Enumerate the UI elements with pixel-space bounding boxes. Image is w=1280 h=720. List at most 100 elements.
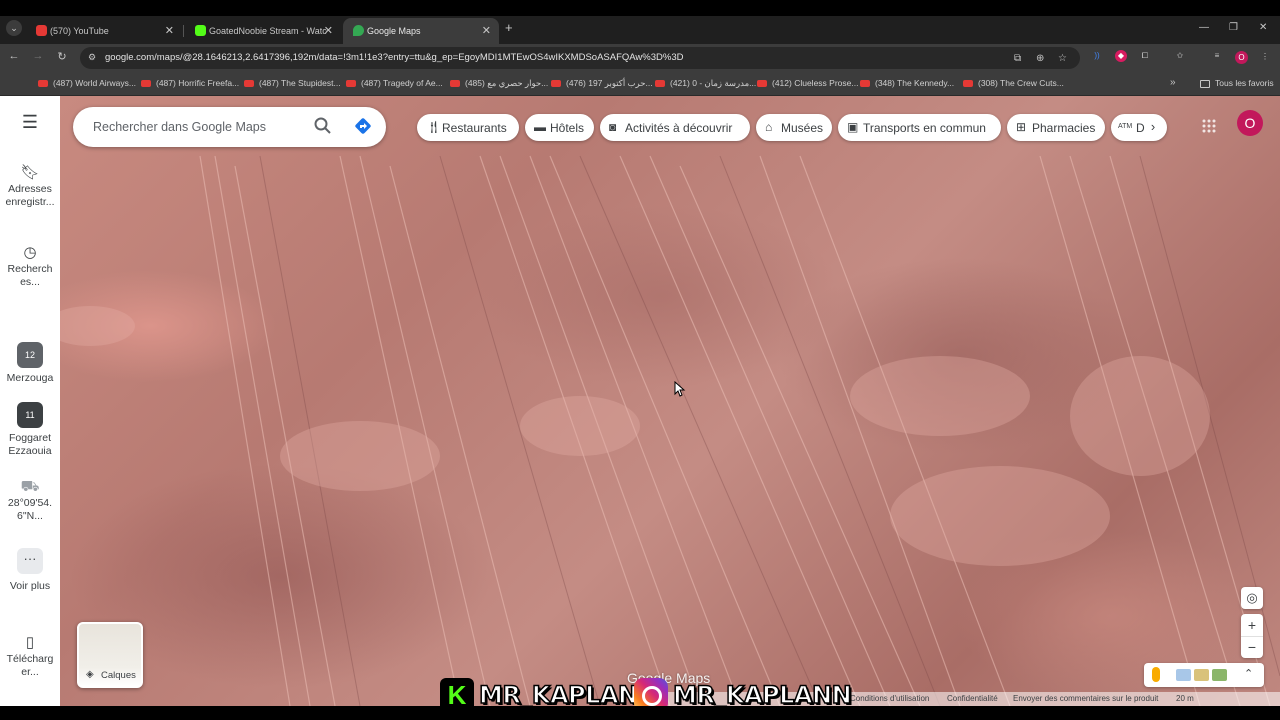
bookmark-item[interactable]: (487) The Stupidest... (244, 78, 341, 88)
bookmark-item[interactable]: (485) حوار حصري مع... (450, 78, 548, 89)
browser-profile-avatar[interactable]: O (1235, 51, 1248, 64)
recent-place-coordinates[interactable]: ⛟ 28°09'54. 6"N... (0, 478, 60, 523)
browser-menu-icon[interactable]: ⋮ (1259, 51, 1271, 63)
bookmark-item[interactable]: (487) Horrific Freefa... (141, 78, 239, 88)
museum-icon: ⌂ (765, 120, 773, 134)
directions-icon[interactable] (354, 117, 372, 135)
download-app-button[interactable]: ▯ Télécharg er... (0, 634, 60, 679)
zoom-in-button[interactable]: + (1241, 614, 1263, 636)
bookmark-item[interactable]: (348) The Kennedy... (860, 78, 954, 88)
forward-icon[interactable]: → (30, 50, 46, 62)
layers-label: Calques (101, 670, 136, 681)
bookmark-item[interactable]: (487) World Airways... (38, 78, 136, 88)
saved-places-button[interactable]: 🔖︎ Adresses enregistr... (0, 165, 60, 209)
chevron-right-icon[interactable]: › (1143, 117, 1163, 137)
maps-pin-icon (353, 25, 364, 36)
recent-place-thumb: 11 (17, 402, 43, 428)
pegman-icon[interactable] (1152, 667, 1160, 682)
menu-button[interactable]: ☰ (0, 112, 60, 133)
scale-label[interactable]: 20 m (1176, 694, 1194, 703)
bookmark-star-icon[interactable]: ☆ (1058, 53, 1067, 64)
recent-place-label: Foggaret Ezzaouia (8, 432, 52, 457)
youtube-icon (244, 80, 254, 88)
recent-place-foggaret[interactable]: 11 Foggaret Ezzaouia (0, 402, 60, 458)
tab-kick-stream[interactable]: GoatedNoobie Stream - Watch ✕ (185, 18, 341, 44)
minimize-icon[interactable]: — (1199, 22, 1209, 33)
see-more-label: Voir plus (9, 580, 51, 592)
site-info-icon[interactable]: ⚙ (88, 52, 99, 63)
zoom-icon[interactable]: ⊕ (1036, 53, 1044, 64)
bookmarks-overflow-icon[interactable]: » (1170, 77, 1176, 88)
camera-icon: ◙ (609, 120, 617, 134)
imagery-thumb[interactable] (1194, 669, 1209, 681)
browser-toolbar: ← → ↻ ⚙ google.com/maps/@28.1646213,2.64… (0, 44, 1280, 72)
history-icon: ◷ (23, 244, 37, 261)
close-tab-icon[interactable]: ✕ (165, 24, 174, 37)
close-tab-icon[interactable]: ✕ (324, 24, 333, 37)
recent-place-merzouga[interactable]: 12 Merzouga (0, 342, 60, 385)
satellite-map[interactable] (60, 96, 1280, 706)
my-location-icon[interactable]: ◎ (1241, 587, 1263, 609)
chevron-up-icon[interactable]: ⌃ (1244, 667, 1253, 680)
favorites-icon[interactable]: ✩ (1174, 50, 1186, 62)
chip-hotels[interactable]: ▬ Hôtels (525, 114, 594, 141)
youtube-icon (757, 80, 767, 88)
chip-museums[interactable]: ⌂ Musées (756, 114, 832, 141)
imagery-thumb[interactable] (1212, 669, 1227, 681)
tab-youtube[interactable]: (570) YouTube ✕ (26, 18, 182, 44)
extensions-puzzle-icon[interactable]: ⧠ (1139, 50, 1151, 62)
feedback-link[interactable]: Envoyer des commentaires sur le produit (1013, 694, 1158, 703)
reload-icon[interactable]: ↻ (54, 50, 70, 63)
chip-activities[interactable]: ◙ Activités à découvrir (600, 114, 750, 141)
bookmark-item[interactable]: (421) مدرسة زمان - 0... (655, 78, 756, 89)
all-bookmarks-folder[interactable]: Tous les favoris (1200, 78, 1274, 88)
youtube-icon (963, 80, 973, 88)
bookmark-item[interactable]: (476) حرب أكتوبر 197... (551, 78, 653, 89)
recent-searches-label: Recherch es... (7, 263, 53, 288)
search-input[interactable]: Rechercher dans Google Maps (93, 120, 266, 134)
youtube-icon (655, 80, 665, 88)
bookmarks-bar: (487) World Airways... (487) Horrific Fr… (0, 72, 1280, 96)
new-tab-button[interactable]: + (505, 20, 513, 35)
search-icon[interactable] (313, 116, 333, 136)
tab-search-button[interactable]: ⌄ (6, 20, 22, 36)
see-more-button[interactable]: ··· Voir plus (0, 548, 60, 593)
imagery-thumb[interactable] (1176, 669, 1191, 681)
privacy-link[interactable]: Confidentialité (947, 694, 998, 703)
download-app-label: Télécharg er... (6, 653, 54, 678)
chip-transit[interactable]: ▣ Transports en commun (838, 114, 1001, 141)
desert-tracks-layer (60, 155, 1280, 706)
layers-button[interactable]: ◈ Calques (77, 622, 143, 688)
bookmark-item[interactable]: (412) Clueless Prose... (757, 78, 858, 88)
youtube-icon (450, 80, 460, 88)
address-bar[interactable]: ⚙ google.com/maps/@28.1646213,2.6417396,… (80, 47, 1080, 69)
chip-pharmacies[interactable]: ⊞ Pharmacies (1007, 114, 1105, 141)
bookmark-item[interactable]: (308) The Crew Cuts... (963, 78, 1064, 88)
close-window-icon[interactable]: ✕ (1259, 22, 1267, 33)
chip-restaurants[interactable]: 🍴︎ Restaurants (417, 114, 519, 141)
extension-shield-icon[interactable]: ◆ (1115, 50, 1127, 62)
back-icon[interactable]: ← (6, 50, 22, 62)
bookmark-item[interactable]: (487) Tragedy of Ae... (346, 78, 443, 88)
browser-tab-strip: ⌄ (570) YouTube ✕ GoatedNoobie Stream - … (0, 16, 1280, 44)
phone-icon: ▯ (25, 634, 35, 651)
letterbox-top (0, 0, 1280, 16)
close-tab-icon[interactable]: ✕ (482, 24, 491, 37)
google-apps-icon[interactable] (1201, 118, 1217, 134)
tab-title: (570) YouTube (50, 26, 109, 36)
terms-link[interactable]: Conditions d'utilisation (850, 694, 929, 703)
account-avatar[interactable]: O (1237, 110, 1263, 136)
zoom-out-button[interactable]: − (1241, 636, 1263, 658)
kick-handle: MR_KAPLANN (478, 680, 658, 710)
mouse-cursor-icon (674, 381, 686, 397)
restore-icon[interactable]: ❐ (1229, 22, 1238, 33)
pin-icon: ⛟ (20, 478, 40, 495)
hamburger-menu-icon: ☰ (21, 112, 39, 132)
install-app-icon[interactable]: ⧉ (1014, 53, 1021, 64)
extension-audio-icon[interactable]: )) (1091, 50, 1103, 62)
media-icon[interactable]: ≡ (1211, 50, 1223, 62)
tab-google-maps[interactable]: Google Maps ✕ (343, 18, 499, 44)
youtube-icon (346, 80, 356, 88)
search-box[interactable]: Rechercher dans Google Maps (73, 107, 386, 147)
recent-searches-button[interactable]: ◷ Recherch es... (0, 244, 60, 289)
